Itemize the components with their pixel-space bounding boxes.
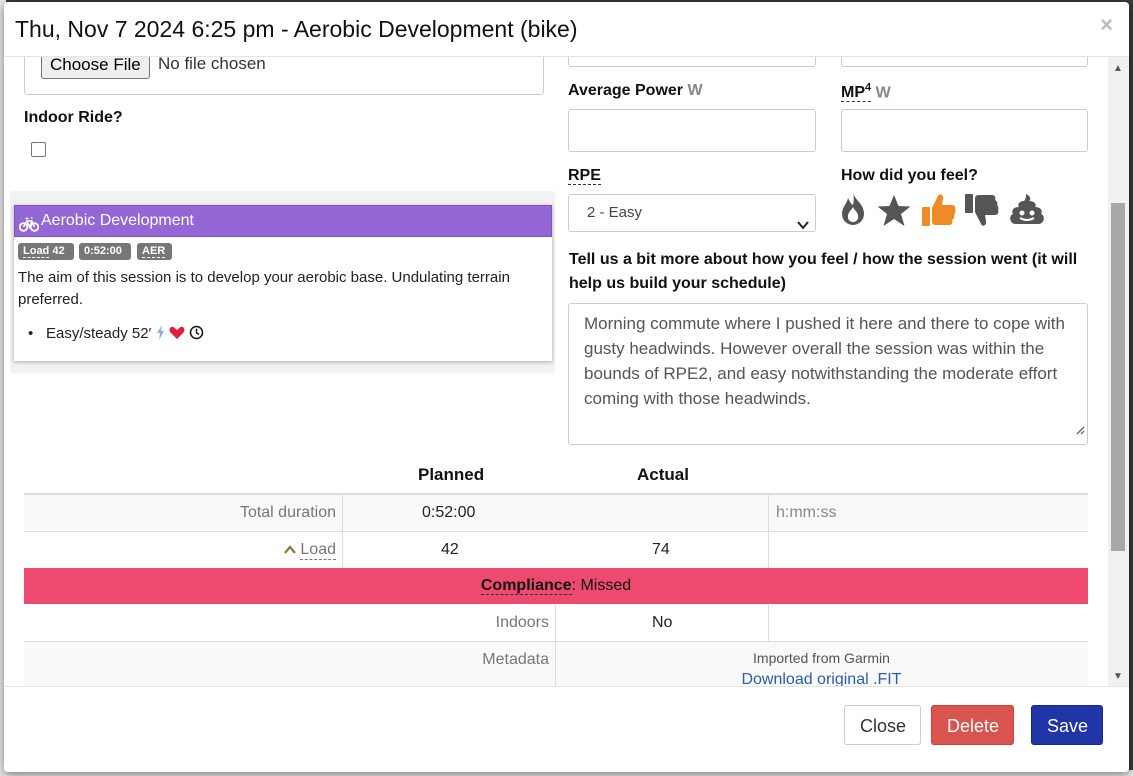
- scroll-down-icon[interactable]: ▼: [1113, 671, 1123, 682]
- compliance-label: Compliance: [480, 577, 572, 595]
- duration-label: Total duration: [239, 504, 336, 521]
- actual-duration-input[interactable]: [514, 498, 754, 528]
- workout-card: Aerobic Development Load 42 0:52:00 AER …: [14, 205, 552, 361]
- column-divider: [342, 532, 343, 568]
- close-icon[interactable]: ×: [1100, 12, 1113, 38]
- column-divider: [768, 532, 769, 568]
- indoor-ride-label: Indoor Ride?: [24, 109, 123, 126]
- workout-card-header: Aerobic Development: [14, 205, 552, 237]
- mp-label: MP4 W: [841, 82, 891, 103]
- column-divider: [555, 605, 556, 641]
- delete-button[interactable]: Delete: [931, 705, 1014, 745]
- average-power-input[interactable]: [568, 109, 816, 152]
- load-badge: Load 42: [18, 243, 74, 260]
- rpe-abbr: RPE: [568, 167, 601, 185]
- mp-unit: W: [875, 84, 891, 102]
- fire-icon[interactable]: [840, 192, 866, 231]
- actual-load: 74: [652, 541, 670, 558]
- star-icon[interactable]: [876, 194, 912, 233]
- thumbs-down-icon[interactable]: [964, 192, 1000, 233]
- zone-badge: AER: [137, 243, 172, 260]
- table-row: Load 42 74: [24, 532, 1088, 569]
- file-upload-field: Choose File No file chosen: [24, 57, 544, 95]
- modal-footer: Close Delete Save: [4, 686, 1129, 772]
- resize-grip-icon[interactable]: [1075, 417, 1085, 442]
- scrollbar-thumb[interactable]: [1111, 203, 1125, 551]
- poop-icon[interactable]: [1009, 192, 1045, 231]
- compliance-banner: Compliance: Missed: [24, 568, 1088, 604]
- chevron-up-icon[interactable]: [284, 541, 296, 559]
- average-power-unit: W: [687, 82, 703, 99]
- upper-left-input[interactable]: [568, 57, 816, 67]
- column-divider: [342, 495, 343, 531]
- duration-badge: 0:52:00: [79, 243, 131, 260]
- notes-text: Morning commute where I pushed it here a…: [584, 314, 1065, 408]
- notes-textarea[interactable]: Morning commute where I pushed it here a…: [568, 303, 1088, 445]
- choose-file-button[interactable]: Choose File: [41, 57, 150, 79]
- table-row: Metadata Imported from Garmin Download o…: [24, 642, 1088, 686]
- rpe-selected-value: 2 - Easy: [587, 204, 643, 221]
- modal-title: Thu, Nov 7 2024 6:25 pm - Aerobic Develo…: [15, 16, 578, 42]
- heart-icon: [169, 325, 185, 342]
- upper-right-input[interactable]: [841, 57, 1088, 67]
- zone-badge-label: AER: [142, 245, 166, 258]
- workout-step: Easy/steady 52′: [46, 325, 204, 342]
- planned-duration: 0:52:00: [422, 504, 476, 521]
- workout-description: The aim of this session is to develop yo…: [18, 269, 510, 308]
- mp-superscript: 4: [865, 82, 872, 94]
- thumbs-up-icon[interactable]: [921, 192, 957, 233]
- actual-column-header: Actual: [637, 465, 689, 484]
- planned-column-header: Planned: [418, 465, 485, 484]
- modal-body: Choose File No file chosen Indoor Ride? …: [4, 57, 1108, 686]
- indoors-label: Indoors: [495, 614, 549, 631]
- table-row: Total duration 0:52:00 h:mm:ss: [24, 495, 1088, 532]
- file-status: No file chosen: [158, 57, 266, 73]
- chevron-down-icon: [797, 208, 809, 244]
- feel-label: How did you feel?: [841, 167, 978, 184]
- rpe-label: RPE: [568, 167, 601, 185]
- close-button[interactable]: Close: [844, 705, 921, 745]
- download-fit-link[interactable]: Download original .FIT: [555, 671, 1088, 686]
- notes-question: Tell us a bit more about how you feel / …: [569, 251, 1078, 292]
- modal-scrollbar[interactable]: ▲ ▼: [1108, 57, 1129, 686]
- load-badge-value: 42: [52, 245, 65, 257]
- scroll-up-icon[interactable]: ▲: [1113, 63, 1123, 74]
- workout-title: Aerobic Development: [41, 212, 194, 229]
- bike-icon: [18, 213, 40, 243]
- mp-abbr: MP4: [841, 82, 872, 103]
- save-button[interactable]: Save: [1031, 705, 1103, 745]
- table-row: Indoors No: [24, 605, 1088, 642]
- metadata-source: Imported from Garmin: [753, 650, 890, 666]
- load-label[interactable]: Load: [300, 541, 336, 560]
- mp-input[interactable]: [841, 109, 1088, 152]
- load-badge-label: Load: [23, 245, 50, 258]
- workout-step-text: Easy/steady 52′: [46, 325, 152, 342]
- compliance-value: : Missed: [571, 577, 632, 594]
- workout-modal: Thu, Nov 7 2024 6:25 pm - Aerobic Develo…: [4, 2, 1129, 772]
- indoor-ride-checkbox[interactable]: [31, 142, 46, 157]
- mp-text: MP: [841, 84, 865, 102]
- average-power-label: Average Power W: [568, 82, 703, 100]
- rpe-select[interactable]: 2 - Easy: [568, 194, 816, 232]
- duration-format-hint: h:mm:ss: [776, 504, 837, 521]
- metadata-label: Metadata: [482, 651, 549, 668]
- average-power-text: Average Power: [568, 82, 684, 99]
- planned-load: 42: [441, 541, 459, 558]
- modal-header: Thu, Nov 7 2024 6:25 pm - Aerobic Develo…: [4, 2, 1129, 57]
- column-divider: [768, 605, 769, 641]
- column-divider: [768, 495, 769, 531]
- clock-icon: [189, 325, 204, 342]
- indoors-value: No: [652, 614, 673, 631]
- lightning-icon: [156, 325, 165, 342]
- list-bullet: •: [28, 325, 34, 342]
